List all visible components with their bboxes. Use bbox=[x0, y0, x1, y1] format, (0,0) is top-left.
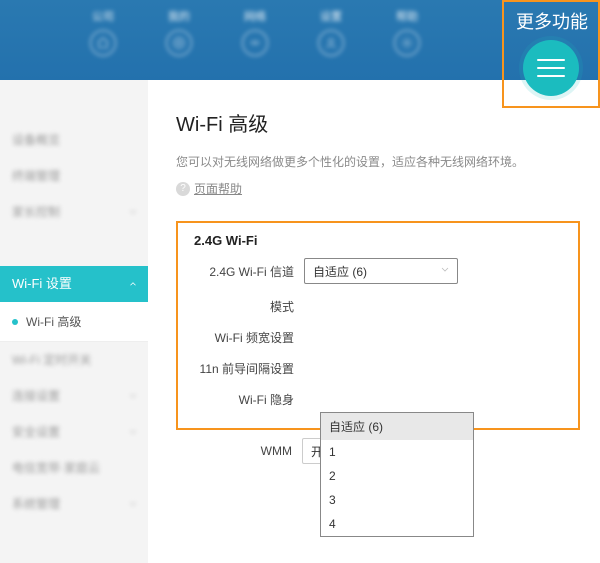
sidebar-item-label: 连接设置 bbox=[12, 378, 60, 414]
dropdown-option[interactable]: 自适应 (6) bbox=[321, 413, 473, 440]
chevron-up-icon bbox=[128, 279, 138, 289]
sidebar: 设备概览 终端管理 家长控制 Wi-Fi 设置 Wi-Fi 高级 Wi-Fi 定… bbox=[0, 80, 148, 563]
field-label-wmm: WMM bbox=[192, 444, 302, 458]
dropdown-option[interactable]: 4 bbox=[321, 512, 473, 536]
user-icon bbox=[318, 30, 344, 56]
gear-icon bbox=[394, 30, 420, 56]
home-icon bbox=[90, 30, 116, 56]
wifi-icon bbox=[242, 30, 268, 56]
nav-item[interactable]: 网络 bbox=[242, 8, 268, 56]
more-features-label: 更多功能 bbox=[516, 8, 588, 34]
nav-item[interactable]: 设置 bbox=[318, 8, 344, 56]
nav-label: 设置 bbox=[320, 8, 342, 24]
field-label-preamble: 11n 前导间隔设置 bbox=[194, 360, 304, 377]
sidebar-item[interactable]: 家长控制 bbox=[0, 194, 148, 230]
chevron-down-icon bbox=[128, 427, 138, 437]
sidebar-item-wifi-settings[interactable]: Wi-Fi 设置 bbox=[0, 266, 148, 302]
nav-label: 帮助 bbox=[396, 8, 418, 24]
sidebar-item-label: Wi-Fi 定时开关 bbox=[12, 342, 91, 378]
page-title: Wi-Fi 高级 bbox=[176, 108, 580, 137]
main-content: Wi-Fi 高级 您可以对无线网络做更多个性化的设置，适应各种无线网络环境。 ?… bbox=[148, 80, 600, 563]
sidebar-item[interactable]: 系统管理 bbox=[0, 486, 148, 522]
active-dot-icon bbox=[12, 319, 18, 325]
field-label-hidden: Wi-Fi 隐身 bbox=[194, 391, 304, 408]
nav-label: 网络 bbox=[244, 8, 266, 24]
chevron-down-icon bbox=[128, 207, 138, 217]
dropdown-option[interactable]: 1 bbox=[321, 440, 473, 464]
sidebar-item-label: 家长控制 bbox=[12, 194, 60, 230]
help-icon: ? bbox=[176, 182, 190, 196]
dropdown-option[interactable]: 2 bbox=[321, 464, 473, 488]
sidebar-item-label: 设备概览 bbox=[12, 122, 60, 158]
page-help-link[interactable]: ? 页面帮助 bbox=[176, 180, 580, 197]
sidebar-item[interactable]: 连接设置 bbox=[0, 378, 148, 414]
section-highlight: 2.4G Wi-Fi 2.4G Wi-Fi 信道 自适应 (6) 模式 Wi-F… bbox=[176, 221, 580, 430]
channel-dropdown[interactable]: 自适应 (6) 1 2 3 4 bbox=[320, 412, 474, 537]
sidebar-item-label: 电信宽带·家庭云 bbox=[12, 450, 100, 486]
select-value: 自适应 (6) bbox=[313, 263, 367, 280]
top-nav: 公司 我的 网络 设置 帮助 更多功能 bbox=[0, 0, 600, 80]
nav-label: 我的 bbox=[168, 8, 190, 24]
plus-icon bbox=[166, 30, 192, 56]
sidebar-subitem-wifi-advanced[interactable]: Wi-Fi 高级 bbox=[0, 302, 148, 342]
nav-item[interactable]: 公司 bbox=[90, 8, 116, 56]
help-label: 页面帮助 bbox=[194, 180, 242, 197]
sidebar-item-label: 终端管理 bbox=[12, 158, 60, 194]
sidebar-item[interactable]: Wi-Fi 定时开关 bbox=[0, 342, 148, 378]
section-title-24g: 2.4G Wi-Fi bbox=[194, 233, 562, 248]
field-label-channel: 2.4G Wi-Fi 信道 bbox=[194, 263, 304, 280]
chevron-down-icon bbox=[128, 499, 138, 509]
field-label-bandwidth: Wi-Fi 频宽设置 bbox=[194, 329, 304, 346]
sidebar-item[interactable]: 终端管理 bbox=[0, 158, 148, 194]
dropdown-option[interactable]: 3 bbox=[321, 488, 473, 512]
chevron-down-icon bbox=[439, 264, 451, 279]
sidebar-item-label: Wi-Fi 设置 bbox=[12, 276, 72, 291]
nav-label: 公司 bbox=[92, 8, 114, 24]
nav-item[interactable]: 帮助 bbox=[394, 8, 420, 56]
sidebar-item[interactable]: 安全设置 bbox=[0, 414, 148, 450]
sidebar-item-label: 安全设置 bbox=[12, 414, 60, 450]
sidebar-item-label: 系统管理 bbox=[12, 486, 60, 522]
sidebar-item[interactable]: 设备概览 bbox=[0, 122, 148, 158]
chevron-down-icon bbox=[128, 391, 138, 401]
nav-item[interactable]: 我的 bbox=[166, 8, 192, 56]
channel-select[interactable]: 自适应 (6) bbox=[304, 258, 458, 284]
page-description: 您可以对无线网络做更多个性化的设置，适应各种无线网络环境。 bbox=[176, 153, 580, 170]
sidebar-item-label: Wi-Fi 高级 bbox=[26, 315, 81, 329]
sidebar-item[interactable]: 电信宽带·家庭云 bbox=[0, 450, 148, 486]
field-label-mode: 模式 bbox=[194, 298, 304, 315]
